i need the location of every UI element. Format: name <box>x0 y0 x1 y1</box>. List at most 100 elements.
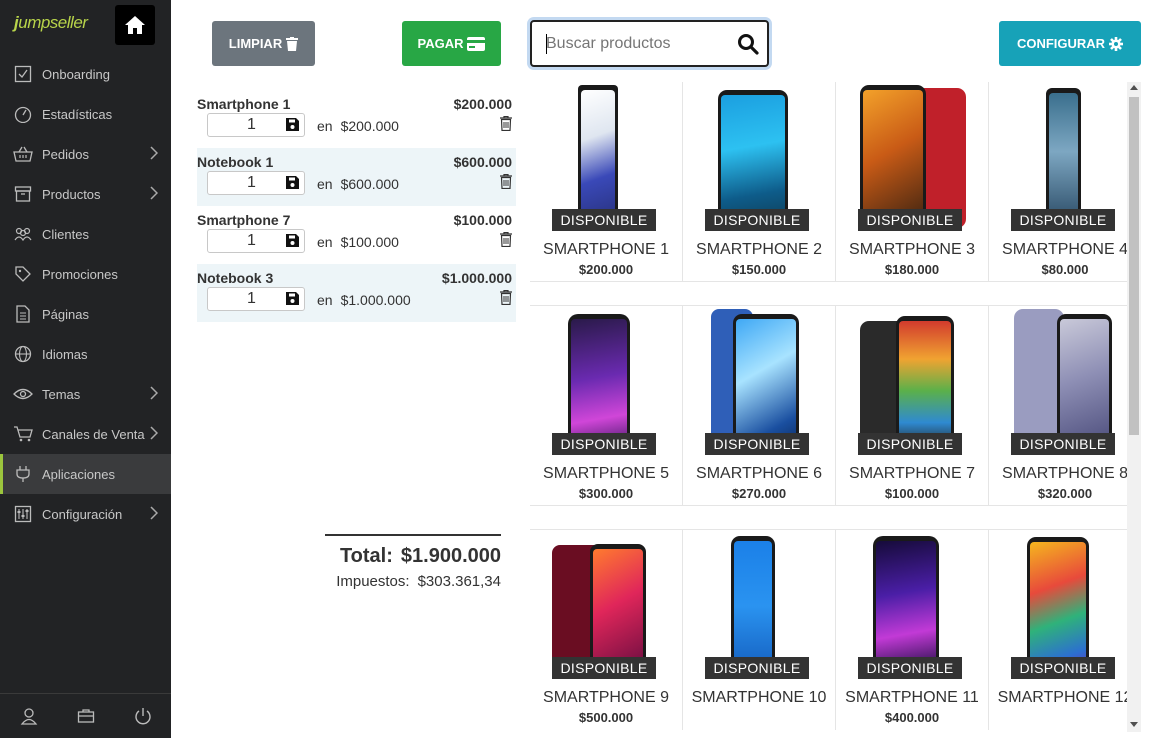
trash-icon[interactable] <box>500 174 512 189</box>
power-icon[interactable] <box>134 707 152 725</box>
product-card[interactable]: DISPONIBLE SMARTPHONE 2 $150.000 <box>683 82 836 282</box>
availability-badge: DISPONIBLE <box>858 657 962 679</box>
sidebar-item-aplicaciones[interactable]: Aplicaciones <box>0 454 171 494</box>
home-button[interactable] <box>115 5 155 45</box>
availability-badge: DISPONIBLE <box>552 657 656 679</box>
sidebar-nav: Onboarding Estadísticas Pedidos Producto… <box>0 54 171 534</box>
product-name: SMARTPHONE 9 <box>543 689 669 706</box>
sidebar-item-canales-de-venta[interactable]: Canales de Venta <box>0 414 171 454</box>
product-card[interactable]: DISPONIBLE SMARTPHONE 11 $400.000 <box>836 530 989 730</box>
product-card[interactable]: DISPONIBLE SMARTPHONE 4 $80.000 <box>989 82 1127 282</box>
product-name: SMARTPHONE 10 <box>691 689 827 706</box>
sidebar-item-paginas[interactable]: Páginas <box>0 294 171 334</box>
configure-button[interactable]: CONFIGURAR <box>999 21 1141 66</box>
product-name: SMARTPHONE 5 <box>543 465 669 482</box>
trash-icon[interactable] <box>500 232 512 247</box>
scroll-thumb[interactable] <box>1129 97 1139 435</box>
basket-icon <box>13 144 33 164</box>
availability-badge: DISPONIBLE <box>552 209 656 231</box>
trash-icon <box>286 36 299 51</box>
save-icon[interactable] <box>286 176 299 189</box>
configure-label: CONFIGURAR <box>1016 36 1106 51</box>
product-card[interactable]: DISPONIBLE SMARTPHONE 9 $500.000 <box>530 530 683 730</box>
chevron-right-icon <box>150 426 158 440</box>
product-card[interactable]: DISPONIBLE SMARTPHONE 6 $270.000 <box>683 306 836 506</box>
product-price: $100.000 <box>884 486 940 501</box>
quantity-value[interactable]: 1 <box>247 116 256 134</box>
sidebar-item-clientes[interactable]: Clientes <box>0 214 171 254</box>
product-price: $300.000 <box>578 486 634 501</box>
product-name: SMARTPHONE 8 <box>1002 465 1127 482</box>
quantity-field[interactable]: 1 <box>207 171 305 195</box>
quantity-field[interactable]: 1 <box>207 229 305 253</box>
sidebar-item-productos[interactable]: Productos <box>0 174 171 214</box>
sidebar-item-promociones[interactable]: Promociones <box>0 254 171 294</box>
sidebar-item-label: Configuración <box>42 506 123 522</box>
scroll-up-arrow[interactable] <box>1130 85 1138 90</box>
cart-item-total: $1.000.000 <box>441 270 512 286</box>
sidebar-item-temas[interactable]: Temas <box>0 374 171 414</box>
availability-badge: DISPONIBLE <box>705 657 809 679</box>
cart-list: Smartphone 1 $200.000 1 en $200.000 Noteb… <box>197 90 516 322</box>
gauge-icon <box>13 104 33 124</box>
product-name: SMARTPHONE 7 <box>849 465 975 482</box>
sidebar-item-label: Páginas <box>42 306 89 322</box>
save-icon[interactable] <box>286 118 299 131</box>
availability-badge: DISPONIBLE <box>1011 657 1115 679</box>
globe-icon <box>13 344 33 364</box>
cart-totals: Total: $1.900.000 Impuestos: $303.361,34 <box>325 534 501 590</box>
jumpseller-logo[interactable]: jumpseller <box>14 13 88 33</box>
briefcase-icon[interactable] <box>77 708 95 724</box>
product-search[interactable] <box>530 20 769 67</box>
quantity-value[interactable]: 1 <box>247 174 256 192</box>
product-grid-scrollbar[interactable] <box>1127 82 1141 732</box>
quantity-field[interactable]: 1 <box>207 113 305 137</box>
row-divider <box>530 505 1127 506</box>
sidebar-item-label: Aplicaciones <box>42 466 115 482</box>
trash-icon[interactable] <box>500 116 512 131</box>
clear-cart-button[interactable]: LIMPIAR <box>212 21 315 66</box>
chevron-right-icon <box>150 186 158 200</box>
save-icon[interactable] <box>286 234 299 247</box>
product-card[interactable]: DISPONIBLE SMARTPHONE 1 $200.000 <box>530 82 683 282</box>
product-name: SMARTPHONE 1 <box>543 241 669 258</box>
sidebar-item-label: Pedidos <box>42 146 89 162</box>
product-grid: DISPONIBLE SMARTPHONE 1 $200.000 DISPONI… <box>530 82 1127 738</box>
scroll-down-arrow[interactable] <box>1130 722 1138 727</box>
sidebar-item-onboarding[interactable]: Onboarding <box>0 54 171 94</box>
product-name: SMARTPHONE 4 <box>1002 241 1127 258</box>
cart-item-total: $100.000 <box>453 212 512 228</box>
sidebar-item-label: Idiomas <box>42 346 88 362</box>
quantity-field[interactable]: 1 <box>207 287 305 311</box>
sidebar-item-estadisticas[interactable]: Estadísticas <box>0 94 171 134</box>
product-card[interactable]: DISPONIBLE SMARTPHONE 12 <box>989 530 1127 730</box>
sidebar-item-label: Productos <box>42 186 101 202</box>
sidebar-item-idiomas[interactable]: Idiomas <box>0 334 171 374</box>
sidebar-item-configuracion[interactable]: Configuración <box>0 494 171 534</box>
sidebar-item-pedidos[interactable]: Pedidos <box>0 134 171 174</box>
cart-item-total: $200.000 <box>453 96 512 112</box>
product-name: SMARTPHONE 11 <box>845 689 979 706</box>
page-icon <box>13 304 33 324</box>
users-icon <box>13 224 33 244</box>
product-card[interactable]: DISPONIBLE SMARTPHONE 8 $320.000 <box>989 306 1127 506</box>
quantity-value[interactable]: 1 <box>247 232 256 250</box>
trash-icon[interactable] <box>500 290 512 305</box>
search-input[interactable] <box>546 34 736 54</box>
cart-item: Smartphone 1 $200.000 1 en $200.000 <box>197 90 516 148</box>
product-card[interactable]: DISPONIBLE SMARTPHONE 3 $180.000 <box>836 82 989 282</box>
quantity-value[interactable]: 1 <box>247 290 256 308</box>
save-icon[interactable] <box>286 292 299 305</box>
sidebar-item-label: Onboarding <box>42 66 110 82</box>
tax-line: Impuestos: $303.361,34 <box>336 573 501 590</box>
user-icon[interactable] <box>20 707 38 725</box>
search-icon[interactable] <box>737 33 759 55</box>
product-card[interactable]: DISPONIBLE SMARTPHONE 7 $100.000 <box>836 306 989 506</box>
product-card[interactable]: DISPONIBLE SMARTPHONE 10 <box>683 530 836 730</box>
tag-icon <box>13 264 33 284</box>
product-price: $200.000 <box>578 262 634 277</box>
product-card[interactable]: DISPONIBLE SMARTPHONE 5 $300.000 <box>530 306 683 506</box>
pay-button[interactable]: PAGAR <box>402 21 501 66</box>
home-icon <box>125 16 145 34</box>
availability-badge: DISPONIBLE <box>858 209 962 231</box>
